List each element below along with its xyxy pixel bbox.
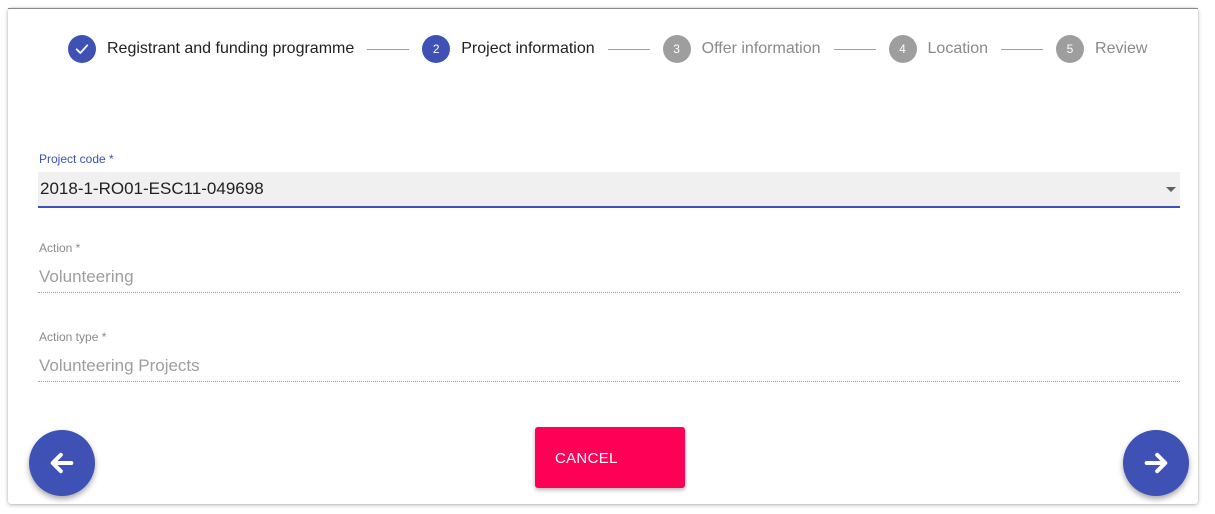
- wizard-card: Registrant and funding programme 2 Proje…: [8, 8, 1198, 504]
- step-connector: [607, 48, 650, 50]
- step-5-label: Review: [1095, 40, 1148, 57]
- step-3-label: Offer information: [701, 40, 821, 57]
- arrow-left-icon: [50, 452, 74, 474]
- step-2-number: 2: [432, 42, 440, 56]
- stepper: Registrant and funding programme 2 Proje…: [68, 34, 1147, 64]
- action-type-label: Action type *: [39, 330, 107, 344]
- dropdown-arrow-icon[interactable]: [1166, 187, 1176, 192]
- step-4-number: 4: [899, 42, 906, 56]
- step-review[interactable]: 5 Review: [1056, 35, 1147, 63]
- step-2-circle: 2: [422, 35, 451, 63]
- project-code-value: 2018-1-RO01-ESC11-049698: [40, 179, 264, 198]
- step-project-information[interactable]: 2 Project information: [422, 35, 595, 63]
- step-1-label: Registrant and funding programme: [107, 40, 355, 57]
- step-3-number: 3: [673, 42, 680, 56]
- cancel-button[interactable]: CANCEL: [535, 427, 685, 488]
- previous-step-button[interactable]: [29, 430, 95, 496]
- step-connector: [367, 48, 410, 50]
- step-location[interactable]: 4 Location: [888, 35, 989, 63]
- step-1-circle: [68, 35, 96, 63]
- action-field: Action * Volunteering: [38, 241, 1180, 293]
- action-input: Volunteering: [38, 262, 1180, 293]
- step-5-number: 5: [1066, 42, 1074, 56]
- step-5-circle: 5: [1056, 35, 1085, 63]
- action-type-input: Volunteering Projects: [38, 351, 1180, 382]
- step-2-label: Project information: [461, 40, 595, 57]
- project-code-label: Project code *: [39, 152, 114, 166]
- step-3-circle: 3: [662, 35, 691, 63]
- action-type-value: Volunteering Projects: [39, 356, 200, 375]
- action-type-field: Action type * Volunteering Projects: [38, 330, 1180, 382]
- action-label: Action *: [39, 241, 81, 255]
- check-icon: [75, 44, 89, 54]
- step-4-label: Location: [927, 40, 989, 57]
- step-connector: [1001, 48, 1044, 50]
- arrow-right-icon: [1144, 452, 1168, 474]
- project-code-select[interactable]: 2018-1-RO01-ESC11-049698: [38, 172, 1180, 208]
- card-top-border: [8, 8, 1198, 9]
- project-code-field: Project code * 2018-1-RO01-ESC11-049698: [38, 152, 1180, 208]
- step-connector: [833, 48, 876, 50]
- next-step-button[interactable]: [1123, 430, 1189, 496]
- step-4-circle: 4: [888, 35, 917, 63]
- step-offer-information[interactable]: 3 Offer information: [662, 35, 821, 63]
- action-value: Volunteering: [39, 267, 134, 286]
- step-registrant[interactable]: Registrant and funding programme: [68, 35, 354, 63]
